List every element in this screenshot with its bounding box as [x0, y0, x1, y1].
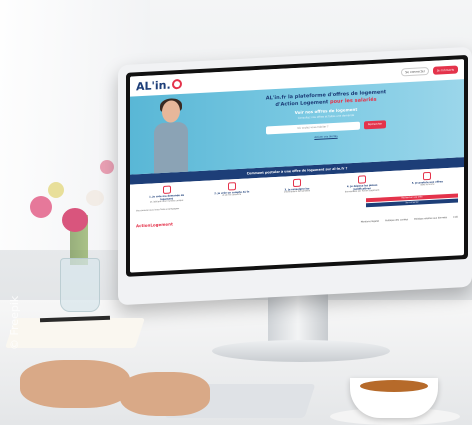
search-button[interactable]: Rechercher	[363, 120, 387, 130]
footer-link[interactable]: Politique relative aux données	[414, 216, 447, 221]
glass-vase	[60, 258, 100, 312]
flower-yellow	[48, 182, 64, 198]
hand-right	[120, 372, 210, 416]
search-input[interactable]: Où voulez-vous habiter ?	[265, 121, 360, 135]
monitor: AL'in. Se connecter Je m'inscris AL'in.f…	[118, 46, 472, 306]
step-item: 3. Je renseigne les informations demandé…	[277, 178, 317, 198]
step-item: 1. Je crée ma demande de logement et j'o…	[147, 185, 187, 205]
person-body	[154, 121, 188, 174]
step-icon	[227, 182, 236, 191]
photo-scene: AL'in. Se connecter Je m'inscris AL'in.f…	[0, 0, 472, 425]
login-button[interactable]: Se connecter	[401, 66, 429, 77]
header-actions: Se connecter Je m'inscris	[401, 65, 458, 77]
monitor-base	[212, 340, 390, 362]
site-logo[interactable]: AL'in.	[136, 77, 182, 93]
step-icon	[292, 178, 301, 188]
photo-credit: © Freepik	[8, 295, 21, 350]
person-head	[162, 100, 180, 123]
step-item: 2. Je crée un compte AL'in et je me conn…	[212, 181, 252, 201]
hero-text: AL'in.fr la plateforme d'offres de logem…	[226, 87, 426, 143]
step-item: 5. Je postule aux offres dans la limite	[407, 171, 447, 191]
flower-white	[86, 190, 104, 206]
coffee	[360, 380, 428, 392]
hand-left	[20, 360, 130, 408]
monitor-screen: AL'in. Se connecter Je m'inscris AL'in.f…	[130, 59, 464, 273]
step-icon	[358, 175, 367, 184]
footer-link[interactable]: Politique des cookies	[385, 218, 408, 222]
step-icon	[162, 185, 171, 194]
person-photo	[150, 97, 192, 174]
logo-mark-icon	[171, 78, 182, 90]
notebook	[5, 318, 145, 348]
flower-pink	[100, 160, 114, 174]
footer-link[interactable]: Mentions légales	[361, 219, 379, 223]
flower-pink	[62, 208, 88, 232]
flower-pink	[30, 196, 52, 218]
signup-button[interactable]: Je m'inscris	[432, 65, 458, 75]
logo-text: AL'in.	[136, 78, 171, 93]
step-item: 4. Je dépose les pièces justificatives d…	[342, 174, 382, 194]
step-icon	[423, 171, 432, 181]
hero-title-part2: d'Action Logement	[275, 98, 329, 108]
footer-link[interactable]: CGU	[453, 215, 458, 218]
hero-title-highlight: pour les salariés	[330, 96, 377, 105]
